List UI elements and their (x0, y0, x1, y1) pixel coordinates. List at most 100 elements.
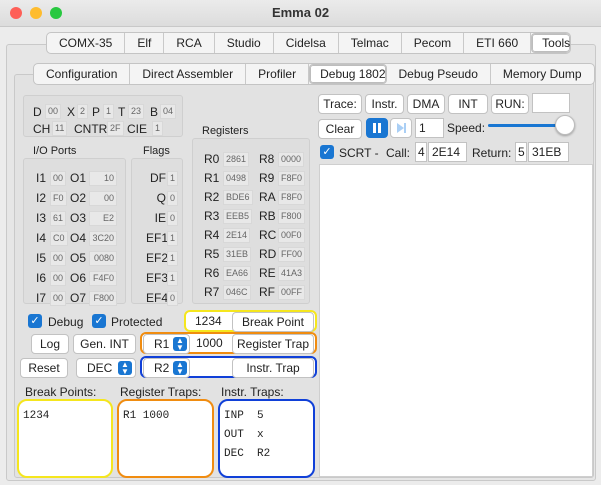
register-value: 2E14 (223, 228, 251, 243)
cie-label: CIE (127, 122, 148, 136)
call-count-field[interactable]: 4 (415, 142, 427, 162)
debug-checkbox[interactable]: ✓ (28, 314, 42, 328)
flag-label: EF4 (146, 291, 169, 305)
register-trap-input[interactable]: 1000 (193, 334, 231, 352)
p-label: P (92, 105, 101, 119)
tab-configuration[interactable]: Configuration (34, 64, 131, 84)
run-address-input[interactable] (532, 93, 570, 113)
trace-dma-button[interactable]: DMA (407, 94, 445, 114)
instr-trap-select-value: R2 (154, 361, 170, 375)
register-value: 046C (223, 285, 251, 300)
io-out-label: O1 (70, 171, 87, 185)
register-label: R5 (204, 247, 220, 261)
trace-output-area[interactable] (319, 164, 593, 477)
flag-value: 1 (167, 171, 179, 186)
tab-memory-dump[interactable]: Memory Dump (491, 64, 594, 84)
register-value: F800 (278, 209, 305, 224)
register-traps-list[interactable]: R1 1000 (117, 399, 214, 478)
instr-trap-button[interactable]: Instr. Trap (232, 358, 314, 378)
protected-label: Protected (111, 315, 163, 329)
tab-profiler[interactable]: Profiler (246, 64, 310, 84)
tab-direct-assembler[interactable]: Direct Assembler (130, 64, 247, 84)
cntr-label: CNTR (74, 122, 108, 136)
tab-comx-35[interactable]: COMX-35 (47, 33, 126, 53)
io-out-label: O5 (70, 251, 87, 265)
reset-button[interactable]: Reset (20, 358, 68, 378)
protected-checkbox[interactable]: ✓ (92, 314, 106, 328)
call-address-field[interactable]: 2E14 (428, 142, 467, 162)
p-value: 1 (103, 104, 115, 119)
register-label: RD (259, 247, 277, 261)
register-value: 00FF (278, 285, 306, 300)
register-label: R6 (204, 266, 220, 280)
register-value: 2861 (223, 152, 250, 167)
x-label: X (67, 105, 76, 119)
cntr-value: 2F (107, 121, 124, 136)
tab-pecom[interactable]: Pecom (402, 33, 465, 53)
chevron-updown-icon: ▲ ▼ (118, 361, 132, 376)
io-in-value: F0 (50, 191, 67, 206)
tab-studio[interactable]: Studio (215, 33, 274, 53)
scrt-checkbox[interactable]: ✓ (320, 145, 334, 159)
speed-slider[interactable] (488, 115, 576, 135)
flag-label: IE (154, 211, 166, 225)
return-label: Return: (472, 146, 512, 160)
register-label: R3 (204, 209, 220, 223)
io-out-value: 3C20 (89, 231, 117, 246)
io-in-value: C0 (50, 231, 68, 246)
speed-slider-fill (488, 124, 566, 127)
io-out-label: O7 (70, 291, 87, 305)
register-value: BDE6 (223, 190, 253, 205)
trace-button[interactable]: Trace: (318, 94, 362, 114)
step-icon (397, 123, 406, 133)
io-out-value: 10 (89, 171, 117, 186)
tab-debug-1802[interactable]: Debug 1802 (309, 64, 387, 84)
register-value: FF00 (278, 247, 306, 262)
io-in-label: I3 (36, 211, 47, 225)
io-ports-title: I/O Ports (33, 145, 77, 157)
flag-label: Q (156, 191, 166, 205)
io-in-value: 00 (50, 291, 67, 306)
register-value: 41A3 (278, 266, 306, 281)
flag-label: EF2 (146, 251, 169, 265)
io-in-label: I2 (36, 191, 47, 205)
trace-run-button[interactable]: RUN: (491, 94, 529, 114)
tab-rca[interactable]: RCA (164, 33, 215, 53)
register-label: R2 (204, 190, 220, 204)
trace-instr-button[interactable]: Instr. (365, 94, 404, 114)
instr-traps-list[interactable]: INP 5 OUT x DEC R2 (218, 399, 315, 478)
tab-telmac[interactable]: Telmac (339, 33, 402, 53)
register-label: R8 (259, 152, 275, 166)
tab-elf[interactable]: Elf (125, 33, 165, 53)
register-label: RE (259, 266, 276, 280)
io-out-label: O4 (70, 231, 87, 245)
register-trap-button[interactable]: Register Trap (232, 334, 314, 354)
flag-value: 1 (167, 251, 179, 266)
break-points-list[interactable]: 1234 (17, 399, 113, 478)
pause-button[interactable] (366, 118, 388, 138)
flag-value: 1 (167, 231, 179, 246)
break-point-input[interactable]: 1234 (192, 312, 230, 330)
break-point-button[interactable]: Break Point (232, 312, 314, 332)
register-value: 31EB (223, 247, 252, 262)
tab-eti-660[interactable]: ETI 660 (464, 33, 532, 53)
register-value: F8F0 (278, 190, 306, 205)
t-label: T (118, 105, 126, 119)
io-in-label: I7 (36, 291, 47, 305)
trace-int-button[interactable]: INT (448, 94, 488, 114)
ch-value: 11 (52, 121, 68, 136)
break-points-title: Break Points: (25, 385, 97, 399)
flag-value: 1 (167, 271, 179, 286)
return-address-field[interactable]: 31EB (528, 142, 569, 162)
step-button[interactable] (390, 118, 412, 138)
clear-button[interactable]: Clear (318, 119, 362, 139)
return-count-field[interactable]: 5 (515, 142, 527, 162)
step-count-input[interactable]: 1 (415, 118, 444, 138)
gen-int-button[interactable]: Gen. INT (73, 334, 136, 354)
tab-debug-pseudo[interactable]: Debug Pseudo (387, 64, 491, 84)
log-button[interactable]: Log (31, 334, 69, 354)
b-label: B (150, 105, 159, 119)
register-value: 0498 (223, 171, 250, 186)
tab-tools[interactable]: Tools (531, 33, 571, 53)
tab-cidelsa[interactable]: Cidelsa (274, 33, 339, 53)
